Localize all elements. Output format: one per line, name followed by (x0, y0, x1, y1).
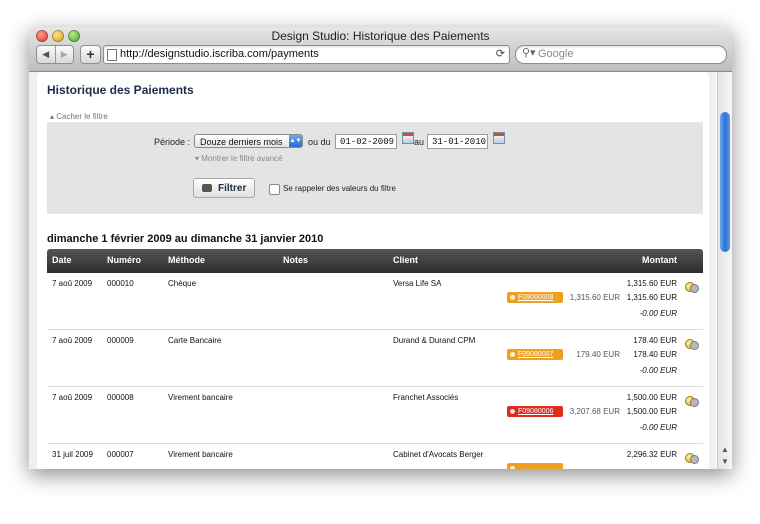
from-label: ou du (308, 137, 331, 147)
to-date-input[interactable]: 31-01-2010 (427, 134, 488, 149)
invoice-amount: 1,315.60 EUR (569, 293, 620, 302)
remember-filter-label[interactable]: Se rappeler des valeurs du filtre (283, 184, 396, 193)
main-panel: Historique des Paiements ▴ Cacher le fil… (37, 72, 709, 469)
nav-buttons: ◀ ▶ (36, 45, 74, 64)
back-button[interactable]: ◀ (37, 46, 55, 63)
invoice-amount: 3,207.68 EUR (569, 407, 620, 416)
page-content: Historique des Paiements ▴ Cacher le fil… (29, 72, 716, 469)
search-field[interactable]: ⚲▾ Google (515, 45, 727, 64)
header-montant[interactable]: Montant (642, 255, 677, 265)
hide-filter-label[interactable]: Cacher le filtre (56, 112, 108, 121)
balance-amount: -0.00 EUR (639, 309, 677, 318)
row-numero: 000009 (107, 336, 134, 345)
period-select[interactable]: Douze derniers mois ▲▼ (194, 134, 303, 148)
browser-window: Design Studio: Historique des Paiements … (29, 27, 732, 469)
period-label: Période : (154, 137, 191, 147)
balance-amount: -0.00 EUR (639, 423, 677, 432)
scroll-up-arrow-icon[interactable]: ▲ (721, 445, 729, 454)
period-select-value: Douze derniers mois (200, 137, 283, 147)
row-numero: 000008 (107, 393, 134, 402)
applied-amount: 1,315.60 EUR (626, 293, 677, 302)
invoice-badge[interactable] (507, 463, 563, 469)
header-numero[interactable]: Numéro (107, 255, 141, 265)
row-numero: 000007 (107, 450, 134, 459)
from-calendar-icon[interactable] (402, 132, 414, 144)
search-icon[interactable]: ⚲▾ (522, 46, 536, 59)
select-arrows-icon: ▲▼ (289, 135, 302, 147)
address-bar[interactable]: http://designstudio.iscriba.com/payments… (103, 45, 510, 64)
forward-button[interactable]: ▶ (54, 46, 74, 63)
page-title: Historique des Paiements (47, 83, 194, 97)
coins-icon[interactable] (685, 450, 699, 464)
header-date[interactable]: Date (52, 255, 72, 265)
row-numero: 000010 (107, 279, 134, 288)
table-row[interactable]: 7 aoû 2009 000008 Virement bancaire Fran… (47, 387, 703, 444)
row-client: Cabinet d'Avocats Berger (393, 450, 484, 459)
page-icon (107, 49, 117, 61)
scroll-down-arrow-icon[interactable]: ▼ (721, 457, 729, 466)
row-montant: 2,296.32 EUR (626, 450, 677, 459)
row-methode: Carte Bancaire (168, 336, 222, 345)
filter-box: Période : Douze derniers mois ▲▼ ou du 0… (47, 122, 703, 214)
coins-icon[interactable] (685, 336, 699, 350)
row-date: 31 juil 2009 (52, 450, 93, 459)
invoice-badge[interactable]: F09080006 (507, 406, 563, 417)
date-range-title: dimanche 1 février 2009 au dimanche 31 j… (47, 233, 324, 245)
hide-filter-link[interactable]: ▴ Cacher le filtre (50, 112, 108, 121)
table-row[interactable]: 7 aoû 2009 000009 Carte Bancaire Durand … (47, 330, 703, 387)
advanced-filter-label[interactable]: Montrer le filtre avancé (201, 154, 282, 163)
to-calendar-icon[interactable] (493, 132, 505, 144)
coins-icon[interactable] (685, 279, 699, 293)
header-methode[interactable]: Méthode (168, 255, 205, 265)
scrollbar-thumb[interactable] (720, 112, 730, 252)
table-header: Date Numéro Méthode Notes Client Montant (47, 249, 703, 273)
applied-amount: 178.40 EUR (633, 350, 677, 359)
binoculars-icon (202, 184, 212, 192)
window-title: Design Studio: Historique des Paiements (271, 29, 490, 43)
row-montant: 1,500.00 EUR (626, 393, 677, 402)
from-date-input[interactable]: 01-02-2009 (335, 134, 397, 149)
row-methode: Virement bancaire (168, 393, 233, 402)
filter-button-label: Filtrer (218, 183, 247, 194)
invoice-badge[interactable]: F09060008 (507, 292, 563, 303)
payments-table-body: 7 aoû 2009 000010 Chèque Versa Life SA 1… (47, 273, 703, 469)
header-notes[interactable]: Notes (283, 255, 308, 265)
remember-filter-checkbox[interactable] (269, 184, 280, 195)
to-label: au (414, 137, 425, 147)
vertical-scrollbar[interactable]: ▲ ▼ (717, 72, 732, 469)
invoice-amount: 179.40 EUR (576, 350, 620, 359)
row-client: Versa Life SA (393, 279, 442, 288)
row-methode: Chèque (168, 279, 197, 288)
advanced-filter-link[interactable]: ▾ Montrer le filtre avancé (195, 154, 283, 163)
row-date: 7 aoû 2009 (52, 279, 93, 288)
filter-button[interactable]: Filtrer (193, 178, 255, 198)
balance-amount: -0.00 EUR (639, 366, 677, 375)
add-bookmark-button[interactable]: + (80, 45, 101, 64)
table-row[interactable]: 7 aoû 2009 000010 Chèque Versa Life SA 1… (47, 273, 703, 330)
row-date: 7 aoû 2009 (52, 393, 93, 402)
row-methode: Virement bancaire (168, 450, 233, 459)
row-client: Durand & Durand CPM (393, 336, 476, 345)
table-row[interactable]: 31 juil 2009 000007 Virement bancaire Ca… (47, 444, 703, 469)
url-text[interactable]: http://designstudio.iscriba.com/payments (120, 47, 319, 62)
row-montant: 178.40 EUR (633, 336, 677, 345)
invoice-badge[interactable]: F09080007 (507, 349, 563, 360)
row-client: Franchet Associés (393, 393, 459, 402)
coins-icon[interactable] (685, 393, 699, 407)
reload-icon[interactable]: ⟳ (496, 47, 505, 60)
header-client[interactable]: Client (393, 255, 418, 265)
title-bar: Design Studio: Historique des Paiements … (29, 27, 732, 72)
row-date: 7 aoû 2009 (52, 336, 93, 345)
search-placeholder: Google (538, 48, 574, 60)
applied-amount: 1,500.00 EUR (626, 407, 677, 416)
row-montant: 1,315.60 EUR (626, 279, 677, 288)
